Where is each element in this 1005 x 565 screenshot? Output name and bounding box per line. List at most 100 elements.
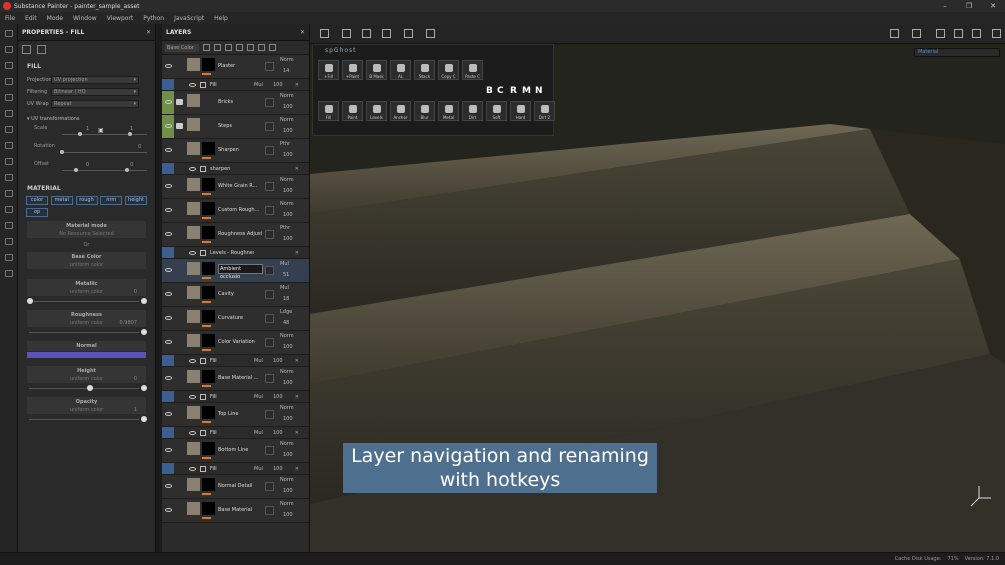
layer-row[interactable]: Curvature Ldge 48: [162, 307, 309, 331]
close-icon[interactable]: ✕: [300, 29, 305, 36]
layer-row[interactable]: Cavity Mul 18: [162, 283, 309, 307]
scale-slider[interactable]: [78, 132, 82, 136]
layer-row[interactable]: Ambient occlusio Mul 51: [162, 259, 309, 283]
shelf-letter-b[interactable]: B: [486, 86, 493, 96]
blend-mode-select[interactable]: Mul: [280, 261, 289, 267]
layer-mask-thumbnail[interactable]: [202, 478, 215, 491]
projection-icon[interactable]: [5, 174, 13, 181]
delete-layer-icon[interactable]: [269, 44, 276, 51]
environment-icon[interactable]: [954, 29, 963, 38]
snap-icon[interactable]: [362, 29, 371, 38]
visibility-eye-icon[interactable]: [165, 148, 172, 152]
folder-icon[interactable]: [176, 99, 183, 105]
layer-select-checkbox[interactable]: [265, 206, 274, 215]
shader-icon[interactable]: [5, 94, 13, 101]
layer-effect-row[interactable]: Fill Mul 100 ✕: [162, 355, 309, 367]
layer-mask-thumbnail[interactable]: [202, 442, 215, 455]
opacity-value[interactable]: 100: [283, 512, 293, 518]
remove-effect-icon[interactable]: ✕: [295, 430, 299, 436]
layer-effect-row[interactable]: Fill Mul 100 ✕: [162, 427, 309, 439]
layer-mask-thumbnail[interactable]: [202, 226, 215, 239]
menu-help[interactable]: Help: [214, 15, 228, 22]
add-generator-icon[interactable]: [214, 44, 221, 51]
metallic-slider[interactable]: 0: [27, 289, 147, 306]
layer-mask-thumbnail[interactable]: [202, 202, 215, 215]
blend-mode-select[interactable]: Norm: [280, 177, 294, 183]
opacity-value[interactable]: 100: [283, 236, 293, 242]
layer-effect-row[interactable]: Fill Mul 100 ✕: [162, 463, 309, 475]
visibility-eye-icon[interactable]: [165, 484, 172, 488]
shelf-button[interactable]: Fill: [318, 101, 339, 121]
shelf-button[interactable]: Dirt: [462, 101, 483, 121]
menu-python[interactable]: Python: [143, 15, 164, 22]
layer-mask-thumbnail[interactable]: [202, 262, 215, 275]
close-button[interactable]: ✕: [981, 2, 1005, 10]
layer-mask-thumbnail[interactable]: [202, 310, 215, 323]
layer-select-checkbox[interactable]: [265, 314, 274, 323]
scale-slider-2[interactable]: [128, 132, 132, 136]
remove-effect-icon[interactable]: ✕: [295, 82, 299, 88]
texture-set-icon[interactable]: [5, 46, 13, 53]
add-mask-icon[interactable]: [247, 44, 254, 51]
visibility-eye-icon[interactable]: [165, 268, 172, 272]
layer-select-checkbox[interactable]: [265, 446, 274, 455]
visibility-eye-icon[interactable]: [165, 376, 172, 380]
shelf-button[interactable]: B Mask: [366, 60, 387, 80]
base-color-box[interactable]: Base Color uniform color: [27, 252, 146, 269]
height-box[interactable]: Height uniform color: [27, 366, 146, 383]
layers-tool-icon[interactable]: [5, 30, 13, 37]
visibility-eye-icon[interactable]: [165, 316, 172, 320]
offset-slider-2[interactable]: [125, 168, 129, 172]
opacity-value[interactable]: 100: [283, 104, 293, 110]
layer-mask-thumbnail[interactable]: [202, 502, 215, 515]
opacity-value[interactable]: 100: [283, 488, 293, 494]
layer-row[interactable]: White Grain R... Norm 100: [162, 175, 309, 199]
layer-mask-thumbnail[interactable]: [202, 142, 215, 155]
clone-icon[interactable]: [5, 206, 13, 213]
visibility-eye-icon[interactable]: [165, 124, 172, 128]
shelf-button[interactable]: Levels: [366, 101, 387, 121]
opacity-value[interactable]: 100: [273, 466, 283, 472]
channel-rough-toggle[interactable]: rough: [75, 196, 98, 205]
blend-mode-select[interactable]: Mul: [254, 430, 263, 436]
blend-mode-select[interactable]: Norm: [280, 501, 294, 507]
layer-row[interactable]: Top Line Norm 100: [162, 403, 309, 427]
height-slider[interactable]: 0: [27, 376, 147, 393]
opacity-value[interactable]: 100: [283, 416, 293, 422]
shelf-button[interactable]: Paste C: [462, 60, 483, 80]
remove-effect-icon[interactable]: ✕: [295, 250, 299, 256]
shelf-button[interactable]: Blur: [414, 101, 435, 121]
menu-mode[interactable]: Mode: [47, 15, 63, 22]
visibility-eye-icon[interactable]: [165, 184, 172, 188]
material-view-select[interactable]: Material: [914, 48, 1000, 57]
properties-tab-icon[interactable]: [22, 44, 31, 54]
blend-mode-select[interactable]: Norm: [280, 441, 294, 447]
layer-select-checkbox[interactable]: [265, 62, 274, 71]
opacity-value[interactable]: 100: [283, 188, 293, 194]
opacity-value[interactable]: 100: [283, 128, 293, 134]
opacity-value[interactable]: 18: [283, 296, 289, 302]
remove-effect-icon[interactable]: ✕: [295, 466, 299, 472]
visibility-eye-icon[interactable]: [189, 83, 196, 87]
grid-alt-icon[interactable]: [342, 29, 351, 38]
opacity-value[interactable]: 100: [273, 430, 283, 436]
menu-window[interactable]: Window: [73, 15, 97, 22]
channel-metal-toggle[interactable]: metal: [50, 196, 73, 205]
add-paint-layer-icon[interactable]: [225, 44, 232, 51]
blend-mode-select[interactable]: Norm: [280, 477, 294, 483]
layer-select-checkbox[interactable]: [265, 374, 274, 383]
camera-icon[interactable]: [936, 29, 945, 38]
offset-slider[interactable]: [74, 168, 78, 172]
picker-icon[interactable]: [5, 222, 13, 229]
visibility-eye-icon[interactable]: [189, 431, 196, 435]
snapshot-icon[interactable]: [992, 29, 1001, 38]
uvwrap-select[interactable]: Repeat: [51, 100, 139, 108]
layer-select-checkbox[interactable]: [265, 482, 274, 491]
blend-mode-select[interactable]: Mul: [254, 82, 263, 88]
layer-row[interactable]: Base Material ... Norm 100: [162, 367, 309, 391]
shelf-button[interactable]: Dirt 2: [534, 101, 555, 121]
normal-box[interactable]: Normal: [27, 341, 146, 351]
layer-effect-row[interactable]: Fill Mul 100 ✕: [162, 391, 309, 403]
rotation-slider[interactable]: [60, 150, 64, 154]
layer-mask-thumbnail[interactable]: [202, 178, 215, 191]
